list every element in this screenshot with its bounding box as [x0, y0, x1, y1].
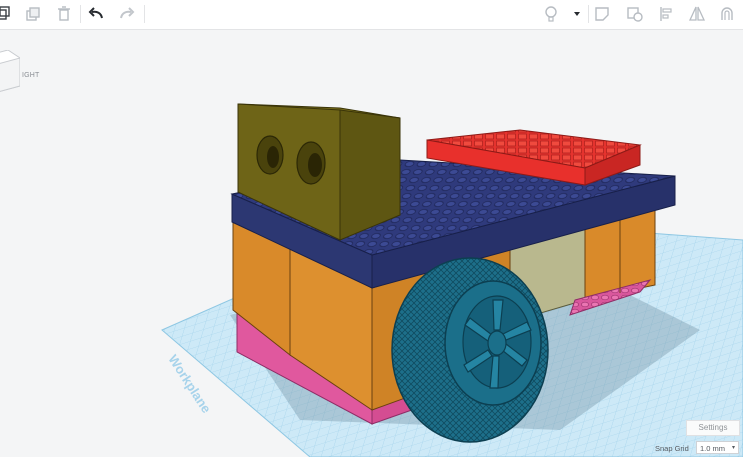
duplicate-icon[interactable]: [22, 3, 44, 25]
flip-icon[interactable]: [686, 3, 708, 25]
redo-icon[interactable]: [116, 3, 138, 25]
align-icon[interactable]: [655, 3, 677, 25]
toolbar-divider: [144, 5, 145, 23]
group-icon[interactable]: [592, 3, 614, 25]
snap-grid-value: 1.0 mm: [700, 444, 726, 453]
chevron-down-icon: ▾: [731, 445, 735, 451]
dropdown-arrow-icon[interactable]: [566, 3, 588, 25]
snap-grid-label: Snap Grid: [655, 444, 689, 453]
undo-icon[interactable]: [85, 3, 107, 25]
main-toolbar: [0, 0, 743, 30]
copy-icon[interactable]: [0, 3, 14, 25]
wheel-hub: [487, 330, 507, 356]
snap-grid-select[interactable]: 1.0 mm ▾: [696, 441, 739, 454]
light-bulb-icon[interactable]: [540, 3, 562, 25]
3d-viewport[interactable]: [0, 29, 743, 457]
delete-icon[interactable]: [53, 3, 75, 25]
ungroup-icon[interactable]: [624, 3, 646, 25]
settings-button[interactable]: Settings: [686, 420, 740, 436]
toolbar-divider: [80, 5, 81, 23]
workplane-magnet-icon[interactable]: [716, 3, 738, 25]
toolbar-divider: [588, 5, 589, 23]
